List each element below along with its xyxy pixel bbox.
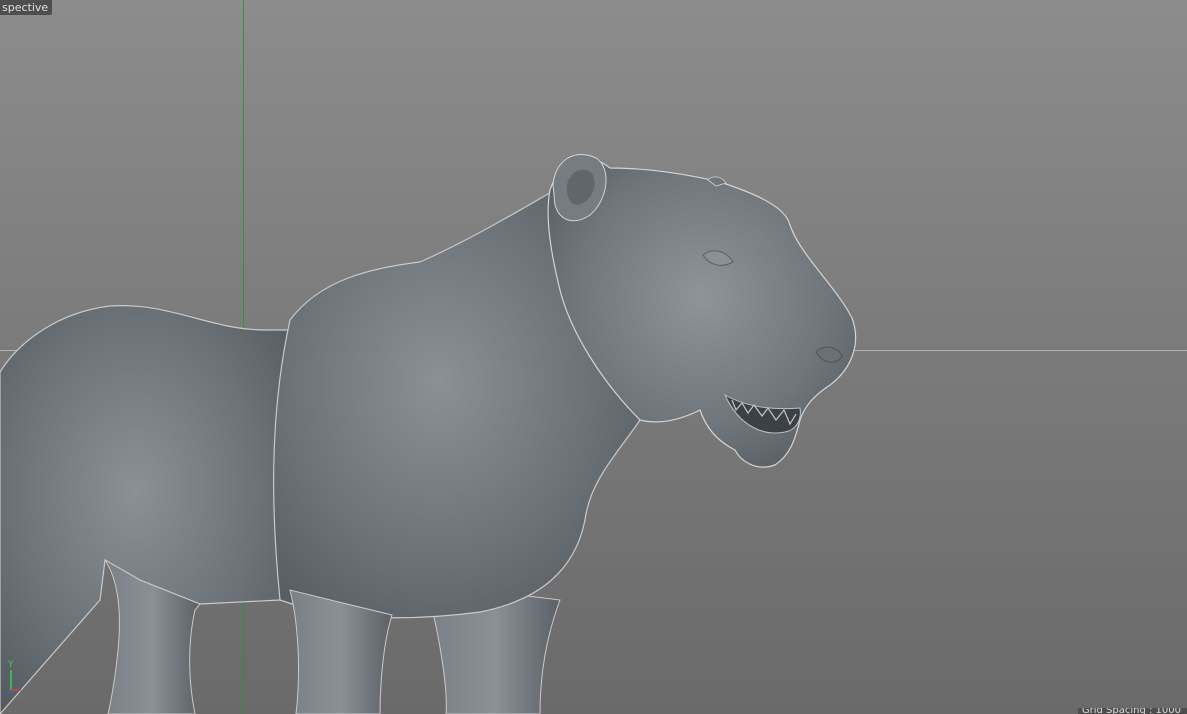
gizmo-y-label: Y [8, 660, 14, 670]
viewport-camera-label[interactable]: spective [0, 0, 53, 15]
axis-gizmo: Y [3, 660, 23, 696]
3d-viewport[interactable]: spective Y Grid Spacing : 1000 [0, 0, 1187, 714]
panther-model[interactable] [0, 0, 1187, 714]
grid-spacing-status: Grid Spacing : 1000 [1077, 708, 1187, 714]
